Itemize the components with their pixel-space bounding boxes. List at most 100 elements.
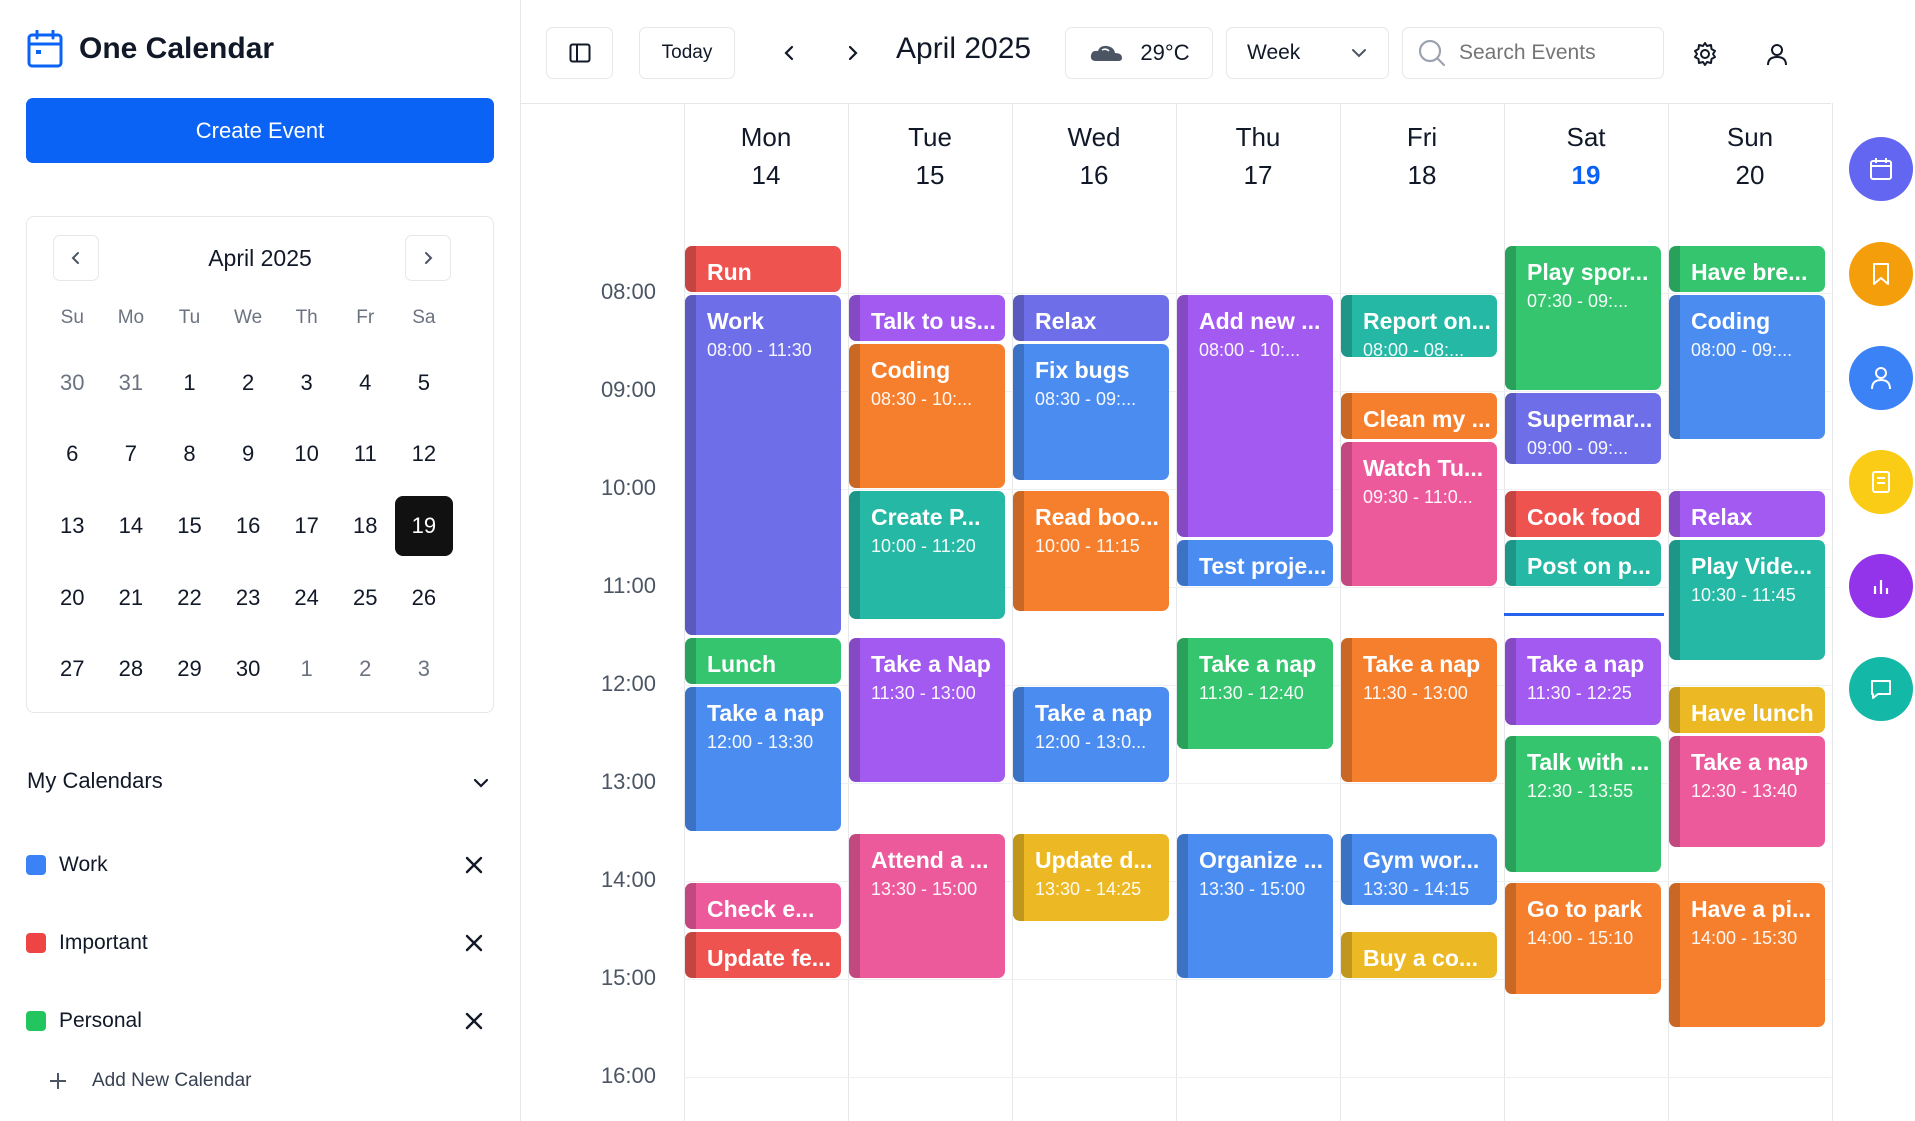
view-select[interactable]: Week [1226,27,1389,79]
calendar-item-work[interactable]: Work [26,845,486,885]
calendar-event[interactable]: Play spor... 07:30 - 09:... [1505,246,1661,390]
rail-button-chat[interactable] [1849,657,1913,721]
search-input[interactable] [1459,41,1649,65]
day-header-sun[interactable]: Sun 20 [1668,118,1832,194]
chevron-down-icon[interactable] [470,772,492,794]
calendar-event[interactable]: Buy a co... [1341,932,1497,978]
calendar-item-important[interactable]: Important [26,923,486,963]
add-calendar-button[interactable]: Add New Calendar [48,1070,251,1092]
calendar-event[interactable]: Take a nap 12:00 - 13:30 [685,687,841,831]
day-header-tue[interactable]: Tue 15 [848,118,1012,194]
calendar-event[interactable]: Have a pi... 14:00 - 15:30 [1669,883,1825,1027]
rail-button-notes[interactable] [1849,450,1913,514]
calendar-event[interactable]: Take a nap 11:30 - 13:00 [1341,638,1497,782]
calendar-event[interactable]: Add new ... 08:00 - 10:... [1177,295,1333,537]
calendar-event[interactable]: Post on p... [1505,540,1661,586]
mini-day[interactable]: 22 [160,568,219,628]
mini-day[interactable]: 25 [336,568,395,628]
mini-day[interactable]: 5 [395,353,454,413]
mini-day[interactable]: 30 [219,639,278,699]
calendar-event[interactable]: Have lunch [1669,687,1825,733]
mini-day[interactable]: 1 [277,639,336,699]
calendar-event[interactable]: Update d... 13:30 - 14:25 [1013,834,1169,921]
mini-day-selected[interactable]: 19 [394,496,454,556]
calendar-event[interactable]: Read boo... 10:00 - 11:15 [1013,491,1169,611]
calendar-event[interactable]: Relax [1669,491,1825,537]
day-header-thu[interactable]: Thu 17 [1176,118,1340,194]
calendar-event[interactable]: Watch Tu... 09:30 - 11:0... [1341,442,1497,586]
today-button[interactable]: Today [639,27,735,79]
mini-day[interactable]: 4 [336,353,395,413]
calendar-event[interactable]: Create P... 10:00 - 11:20 [849,491,1005,619]
calendar-event[interactable]: Take a nap 12:30 - 13:40 [1669,736,1825,848]
day-header-wed[interactable]: Wed 16 [1012,118,1176,194]
rail-button-calendar[interactable] [1849,137,1913,201]
rail-button-chart[interactable] [1849,554,1913,618]
mini-day[interactable]: 23 [219,568,278,628]
close-icon[interactable] [462,853,486,877]
calendar-event[interactable]: Take a nap 12:00 - 13:0... [1013,687,1169,782]
calendar-event[interactable]: Clean my ... [1341,393,1497,439]
mini-day[interactable]: 21 [102,568,161,628]
mini-day[interactable]: 14 [102,496,161,556]
mini-day[interactable]: 29 [160,639,219,699]
calendar-event[interactable]: Update fe... [685,932,841,978]
mini-day[interactable]: 28 [102,639,161,699]
calendar-event[interactable]: Play Vide... 10:30 - 11:45 [1669,540,1825,660]
mini-day[interactable]: 6 [43,425,102,485]
mini-day[interactable]: 24 [277,568,336,628]
calendar-item-personal[interactable]: Personal [26,1001,486,1041]
mini-day[interactable]: 10 [277,425,336,485]
create-event-button[interactable]: Create Event [26,98,494,163]
rail-button-user[interactable] [1849,346,1913,410]
close-icon[interactable] [462,1009,486,1033]
mini-day[interactable]: 15 [160,496,219,556]
settings-button[interactable] [1690,39,1720,69]
mini-day[interactable]: 1 [160,353,219,413]
mini-day[interactable]: 17 [277,496,336,556]
mini-day[interactable]: 7 [102,425,161,485]
day-header-sat[interactable]: Sat 19 [1504,118,1668,194]
calendar-event[interactable]: Check e... [685,883,841,929]
mini-day[interactable]: 31 [102,353,161,413]
calendar-event[interactable]: Attend a ... 13:30 - 15:00 [849,834,1005,978]
close-icon[interactable] [462,931,486,955]
mini-next-button[interactable] [405,235,451,281]
calendar-event[interactable]: Fix bugs 08:30 - 09:... [1013,344,1169,480]
mini-day[interactable]: 20 [43,568,102,628]
mini-day[interactable]: 27 [43,639,102,699]
calendar-event[interactable]: Work 08:00 - 11:30 [685,295,841,635]
calendar-event[interactable]: Take a nap 11:30 - 12:25 [1505,638,1661,725]
mini-day[interactable]: 2 [336,639,395,699]
search-box[interactable] [1402,27,1664,79]
weather-widget[interactable]: 29°C [1065,27,1213,79]
mini-day[interactable]: 26 [395,568,454,628]
calendar-event[interactable]: Talk to us... [849,295,1005,341]
day-header-fri[interactable]: Fri 18 [1340,118,1504,194]
mini-day[interactable]: 9 [219,425,278,485]
mini-day[interactable]: 16 [219,496,278,556]
rail-button-bookmark[interactable] [1849,242,1913,306]
calendar-event[interactable]: Gym wor... 13:30 - 14:15 [1341,834,1497,905]
calendar-event[interactable]: Relax [1013,295,1169,341]
mini-day[interactable]: 2 [219,353,278,413]
mini-day[interactable]: 30 [43,353,102,413]
calendar-event[interactable]: Lunch [685,638,841,684]
calendar-event[interactable]: Go to park 14:00 - 15:10 [1505,883,1661,995]
calendar-event[interactable]: Talk with ... 12:30 - 13:55 [1505,736,1661,872]
day-header-mon[interactable]: Mon 14 [684,118,848,194]
prev-week-button[interactable] [776,40,802,66]
calendar-event[interactable]: Coding 08:00 - 09:... [1669,295,1825,439]
mini-day[interactable]: 18 [336,496,395,556]
calendar-event[interactable]: Cook food [1505,491,1661,537]
next-week-button[interactable] [840,40,866,66]
calendar-event[interactable]: Take a Nap 11:30 - 13:00 [849,638,1005,782]
mini-day[interactable]: 3 [395,639,454,699]
mini-day[interactable]: 13 [43,496,102,556]
mini-day[interactable]: 3 [277,353,336,413]
mini-day[interactable]: 11 [336,425,395,485]
calendar-event[interactable]: Take a nap 11:30 - 12:40 [1177,638,1333,750]
mini-day[interactable]: 12 [395,425,454,485]
toggle-sidebar-button[interactable] [546,27,613,79]
calendar-event[interactable]: Coding 08:30 - 10:... [849,344,1005,488]
